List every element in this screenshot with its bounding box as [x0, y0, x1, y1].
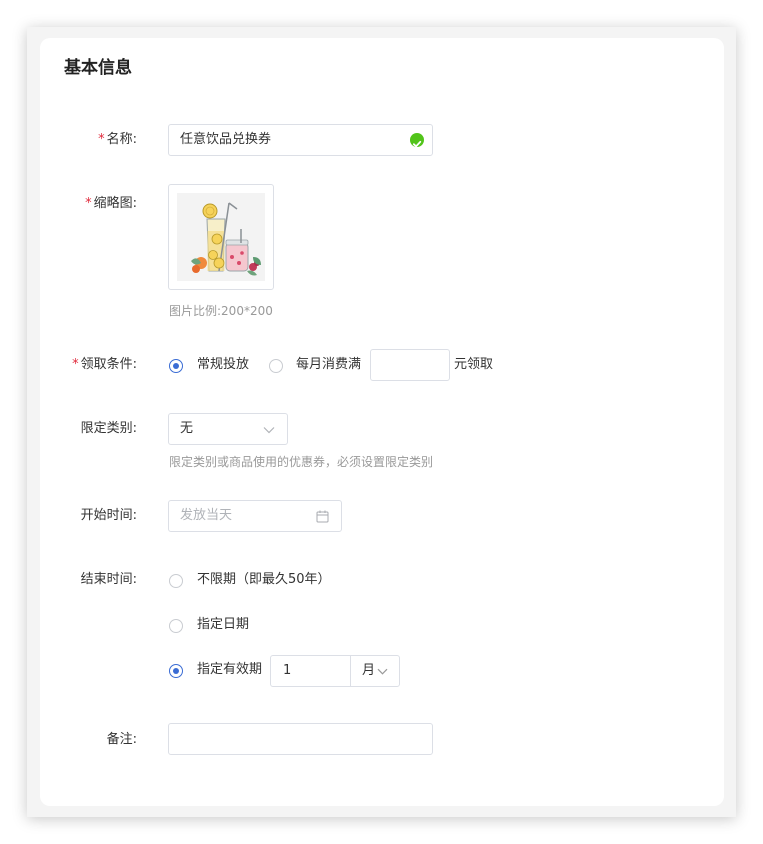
category-label: 限定类别: — [80, 421, 137, 436]
validity-divider — [350, 656, 351, 686]
name-input[interactable]: 任意饮品兑换券 — [168, 124, 433, 156]
radio-specific-date[interactable] — [169, 619, 183, 633]
radio-regular-release-label: 常规投放 — [197, 357, 250, 372]
end-time-label: 结束时间: — [80, 572, 137, 587]
start-time-picker[interactable]: 发放当天 — [168, 500, 342, 532]
thumbnail-upload[interactable] — [168, 184, 274, 290]
calendar-icon — [316, 510, 329, 523]
validity-unit-select[interactable]: 月 — [362, 656, 375, 686]
start-time-label: 开始时间: — [80, 508, 137, 523]
section-title: 基本信息 — [64, 58, 132, 78]
validity-period-input[interactable]: 1 — [283, 656, 291, 686]
monthly-spend-amount-input[interactable] — [370, 349, 450, 381]
category-select[interactable]: 无 — [168, 413, 288, 445]
remark-label: 备注: — [106, 732, 137, 747]
thumbnail-hint: 图片比例:200*200 — [169, 304, 273, 318]
radio-regular-release[interactable] — [169, 359, 183, 373]
chevron-down-icon — [377, 668, 388, 675]
remark-input[interactable] — [168, 723, 433, 755]
radio-validity-period[interactable] — [169, 664, 183, 678]
radio-unlimited-label: 不限期（即最久50年） — [197, 572, 331, 587]
claim-suffix: 元领取 — [454, 357, 494, 372]
radio-validity-period-label: 指定有效期 — [197, 662, 263, 677]
start-time-placeholder: 发放当天 — [180, 508, 233, 523]
thumbnail-label: * 缩略图: — [85, 196, 137, 211]
drink-illustration-icon — [177, 193, 265, 281]
required-mark: * — [98, 132, 105, 147]
category-hint: 限定类别或商品使用的优惠券，必须设置限定类别 — [169, 455, 434, 469]
validity-period-group: 1 月 — [270, 655, 400, 687]
name-input-value: 任意饮品兑换券 — [180, 132, 272, 147]
radio-unlimited[interactable] — [169, 574, 183, 588]
radio-specific-date-label: 指定日期 — [197, 617, 250, 632]
name-label: * 名称: — [98, 132, 137, 147]
check-circle-icon — [410, 133, 424, 148]
claim-condition-label: * 领取条件: — [72, 357, 137, 372]
chevron-down-icon — [263, 427, 275, 434]
radio-monthly-spend[interactable] — [269, 359, 283, 373]
category-selected: 无 — [180, 421, 194, 436]
radio-monthly-spend-label: 每月消费满 — [296, 357, 362, 372]
